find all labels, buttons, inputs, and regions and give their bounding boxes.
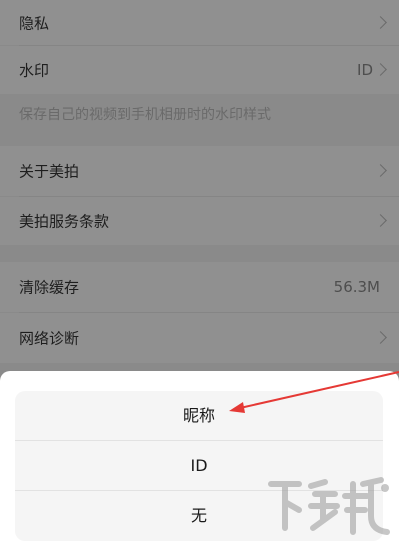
- watermark-value: ID: [357, 61, 373, 79]
- chevron-right-icon: [374, 214, 387, 227]
- settings-row-terms[interactable]: 美拍服务条款: [0, 197, 399, 245]
- watermark-note: 保存自己的视频到手机相册时的水印样式: [19, 107, 271, 123]
- settings-row-about[interactable]: 关于美拍: [0, 146, 399, 196]
- option-nickname[interactable]: 昵称: [15, 391, 383, 440]
- site-watermark-logo: [268, 477, 390, 535]
- privacy-label: 隐私: [19, 14, 50, 32]
- settings-row-clear-cache[interactable]: 清除缓存 56.3M: [0, 262, 399, 312]
- watermark-label: 水印: [19, 61, 50, 80]
- chevron-right-icon: [374, 331, 387, 344]
- chevron-right-icon: [374, 63, 387, 76]
- about-label: 关于美拍: [19, 162, 80, 181]
- cache-size-value: 56.3M: [333, 278, 380, 296]
- network-label: 网络诊断: [19, 329, 80, 348]
- settings-row-network[interactable]: 网络诊断: [0, 313, 399, 363]
- terms-label: 美拍服务条款: [19, 212, 110, 231]
- settings-row-privacy[interactable]: 隐私: [0, 0, 399, 45]
- settings-row-watermark[interactable]: 水印 ID: [0, 46, 399, 94]
- chevron-right-icon: [374, 15, 387, 29]
- chevron-right-icon: [374, 164, 387, 177]
- clear-cache-label: 清除缓存: [19, 278, 80, 297]
